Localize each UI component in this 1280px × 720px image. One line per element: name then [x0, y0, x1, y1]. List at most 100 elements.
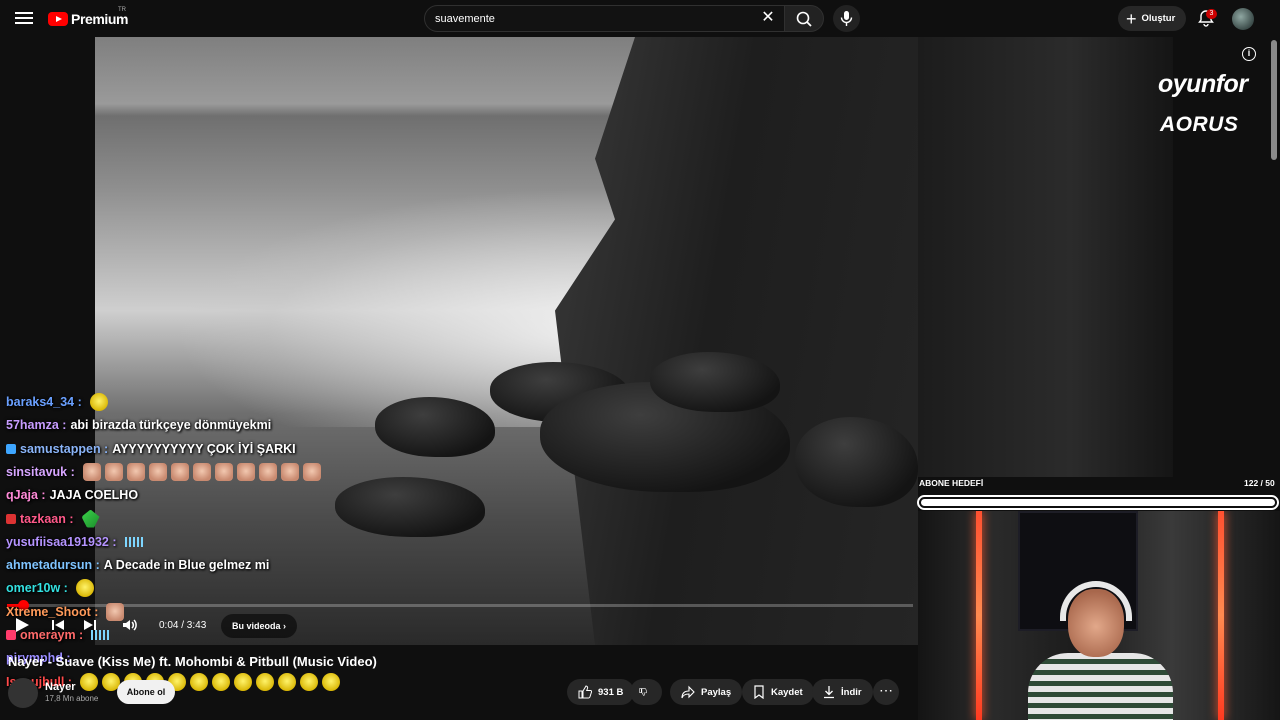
in-this-video-button[interactable]: Bu videoda › — [221, 614, 297, 638]
subscriber-goal-count: 122 / 50 — [1244, 478, 1275, 488]
chat-username[interactable]: 57hamza : — [6, 418, 66, 432]
chat-username[interactable]: omeraym : — [20, 628, 83, 642]
chat-text: JAJA COELHO — [49, 488, 139, 503]
chapter-label: Bu videoda — [232, 621, 281, 631]
chat-emote-yellow-icon — [321, 672, 340, 691]
chat-emote-green-icon — [81, 509, 100, 528]
chat-badge-icon — [6, 513, 16, 524]
chat-emote-face-icon — [258, 462, 277, 481]
chat-emote-face-icon — [170, 462, 189, 481]
chat-emote-face-icon — [214, 462, 233, 481]
search-input[interactable] — [435, 10, 755, 28]
chat-emote-yellow-icon — [211, 672, 230, 691]
chat-emote-face-icon — [104, 462, 123, 481]
search-icon — [796, 11, 812, 27]
chat-username[interactable]: omer10w : — [6, 581, 68, 595]
chat-username[interactable]: ahmetadursun : — [6, 558, 100, 572]
chat-message: qJaja : JAJA COELHO — [6, 485, 138, 505]
striped-shirt — [1028, 653, 1173, 720]
chat-message: 57hamza : abi birazda türkçeye dönmüyekmi — [6, 415, 271, 435]
chat-emote-yellow-icon — [299, 672, 318, 691]
video-frame-cliff — [555, 37, 918, 645]
subscriber-count: 17,8 Mn abone — [45, 694, 99, 703]
download-icon — [824, 686, 834, 699]
chat-message: omeraym : — [6, 625, 110, 645]
share-button[interactable]: Paylaş — [670, 679, 743, 705]
chat-username[interactable]: Xtreme_Shoot : — [6, 605, 98, 619]
video-player[interactable] — [95, 37, 918, 645]
microphone-icon — [840, 11, 853, 26]
chat-emote-yellow-icon — [189, 672, 208, 691]
thumbs-down-icon — [639, 688, 647, 696]
subscribe-button[interactable]: Abone ol — [117, 680, 175, 704]
chat-message: baraks4_34 : — [6, 392, 108, 412]
voice-search-button[interactable] — [833, 5, 860, 32]
chat-emote-face-icon — [82, 462, 101, 481]
chat-emote-yellow-icon — [255, 672, 274, 691]
chat-message: sinsitavuk : — [6, 462, 321, 482]
search-box — [424, 5, 786, 32]
headset-icon — [1060, 581, 1132, 621]
chat-message: omer10w : — [6, 578, 94, 598]
notification-count-badge: 3 — [1206, 9, 1217, 19]
thumbs-up-icon — [578, 685, 592, 699]
chat-message: yusufiisaa191932 : — [6, 532, 143, 552]
top-bar: Premium TR ✕ + Oluştur 3 — [0, 0, 1280, 37]
chat-text: A Decade in Blue gelmez mi — [103, 558, 270, 573]
streamer-webcam — [918, 511, 1280, 720]
logo-text: Premium — [71, 11, 129, 27]
more-actions-icon[interactable]: ⋯ — [873, 679, 899, 705]
hamburger-menu-icon[interactable] — [14, 9, 34, 27]
chat-emote-yellow-icon — [75, 579, 94, 598]
create-button[interactable]: + Oluştur — [1118, 6, 1186, 31]
download-button[interactable]: İndir — [812, 679, 873, 705]
progress-bar[interactable] — [7, 600, 913, 611]
chat-username[interactable]: tazkaan : — [20, 512, 74, 526]
channel-name[interactable]: Nayer — [45, 681, 76, 693]
search-button[interactable] — [784, 5, 824, 32]
chat-text: AYYYYYYYYYY ÇOK İYİ ŞARKI — [112, 441, 296, 456]
chat-emote-yellow-icon — [79, 672, 98, 691]
save-label: Kaydet — [771, 686, 803, 698]
logo-region: TR — [118, 7, 126, 13]
chat-text: abi birazda türkçeye dönmüyekmi — [70, 418, 272, 433]
channel-avatar[interactable] — [8, 678, 38, 708]
chat-username[interactable]: samustappen : — [20, 442, 108, 456]
chat-emote-face-icon — [126, 462, 145, 481]
page-scrollbar[interactable] — [1271, 40, 1277, 160]
sponsor-logo-oyunfor: oyunfor — [1158, 70, 1248, 98]
like-button[interactable]: 931 B — [567, 679, 635, 705]
subscriber-goal-bar — [917, 495, 1279, 510]
plus-icon: + — [1126, 8, 1137, 29]
video-frame-rock — [335, 477, 485, 537]
chat-username[interactable]: qJaja : — [6, 488, 46, 502]
bookmark-icon — [754, 685, 764, 699]
chat-message: samustappen : AYYYYYYYYYY ÇOK İYİ ŞARKI — [6, 439, 296, 459]
sponsor-logo-aorus: AORUS — [1160, 113, 1239, 136]
share-icon — [681, 685, 695, 699]
chat-badge-icon — [6, 630, 16, 640]
chat-message: ahmetadursun :A Decade in Blue gelmez mi — [6, 555, 269, 575]
chat-emote-face-icon — [106, 602, 125, 621]
led-strip — [1218, 511, 1224, 720]
chat-emote-yellow-icon — [277, 672, 296, 691]
clear-search-icon[interactable]: ✕ — [758, 9, 778, 29]
chat-badge-icon — [6, 443, 16, 454]
save-button[interactable]: Kaydet — [742, 679, 814, 705]
chat-username[interactable]: baraks4_34 : — [6, 395, 82, 409]
dislike-button[interactable] — [630, 679, 662, 705]
chat-emote-yellow-icon — [233, 672, 252, 691]
account-avatar[interactable] — [1232, 8, 1254, 30]
chat-username[interactable]: sinsitavuk : — [6, 465, 75, 479]
chat-message: tazkaan : — [6, 509, 100, 529]
youtube-premium-logo[interactable]: Premium TR — [48, 7, 129, 28]
chat-emote-bars-icon — [124, 536, 143, 547]
video-title: Nayer - Suave (Kiss Me) ft. Mohombi & Pi… — [8, 654, 377, 669]
chat-username[interactable]: yusufiisaa191932 : — [6, 535, 117, 549]
subscriber-goal-fill — [921, 499, 1275, 506]
chat-emote-face-icon — [302, 462, 321, 481]
info-icon[interactable]: i — [1242, 47, 1256, 61]
share-label: Paylaş — [701, 686, 732, 698]
chat-emote-face-icon — [148, 462, 167, 481]
chat-emote-face-icon — [236, 462, 255, 481]
